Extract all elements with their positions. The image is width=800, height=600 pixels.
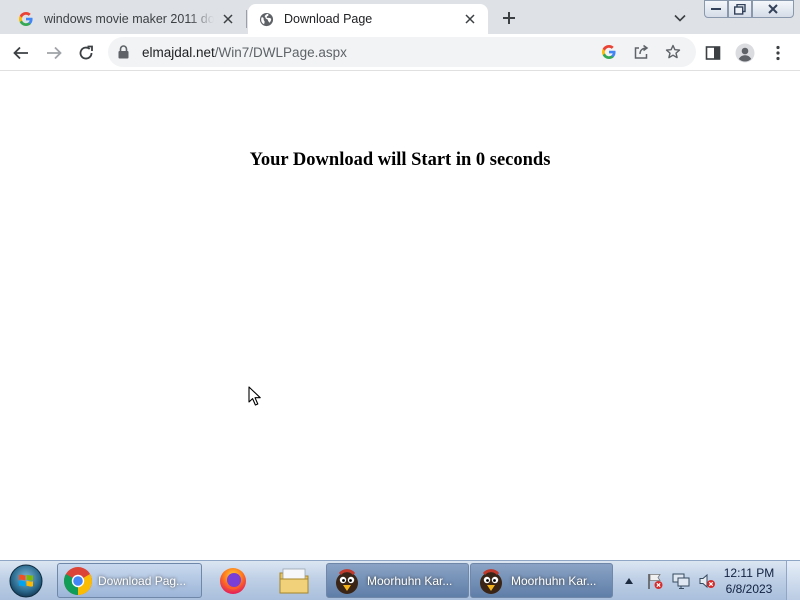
browser-toolbar: elmajdal.net/Win7/DWLPage.aspx <box>0 34 800 71</box>
address-bar[interactable]: elmajdal.net/Win7/DWLPage.aspx <box>108 37 696 67</box>
globe-icon <box>258 11 274 27</box>
moorhuhn-icon <box>331 565 363 597</box>
firefox-icon[interactable] <box>207 563 259 598</box>
tab-title: windows movie maker 2011 dow <box>44 12 214 26</box>
mouse-cursor-icon <box>248 386 262 411</box>
taskbar-item-download-page[interactable]: Download Pag... <box>57 563 202 598</box>
url-path: /Win7/DWLPage.aspx <box>214 45 347 60</box>
google-g-icon <box>18 11 34 27</box>
window-close-button[interactable] <box>752 0 794 18</box>
kebab-menu-icon[interactable] <box>765 40 791 66</box>
volume-muted-icon[interactable] <box>696 570 718 592</box>
forward-arrow-icon[interactable] <box>41 40 67 66</box>
start-button[interactable] <box>7 563 45 599</box>
share-icon[interactable] <box>632 43 650 61</box>
back-arrow-icon[interactable] <box>8 40 34 66</box>
moorhuhn-icon <box>475 565 507 597</box>
page-content: Your Download will Start in 0 seconds <box>0 71 800 560</box>
download-countdown-heading: Your Download will Start in 0 seconds <box>249 150 551 170</box>
window-minimize-button[interactable] <box>704 0 728 18</box>
chevron-down-icon[interactable] <box>670 8 690 28</box>
lock-icon[interactable] <box>118 45 129 64</box>
clock-date: 6/8/2023 <box>725 582 773 596</box>
window-restore-button[interactable] <box>728 0 752 18</box>
tab-close-icon[interactable] <box>220 11 236 27</box>
taskbar-item-moorhuhn-1[interactable]: Moorhuhn Kar... <box>326 563 469 598</box>
tab-download-page[interactable]: Download Page <box>248 4 488 34</box>
side-panel-icon[interactable] <box>700 40 726 66</box>
taskbar-clock[interactable]: 12:11 PM 6/8/2023 <box>718 565 780 597</box>
bookmark-star-icon[interactable] <box>664 43 682 61</box>
url-domain: elmajdal.net <box>142 45 215 60</box>
show-hidden-icons-arrow-icon[interactable] <box>618 570 640 592</box>
reload-icon[interactable] <box>73 40 99 66</box>
taskbar-item-label: Moorhuhn Kar... <box>367 573 453 588</box>
profile-avatar-icon[interactable] <box>732 40 758 66</box>
tab-close-icon[interactable] <box>462 11 478 27</box>
taskbar-item-label: Download Pag... <box>98 573 187 588</box>
file-explorer-icon[interactable] <box>268 563 320 598</box>
chrome-icon <box>62 565 94 597</box>
network-icon[interactable] <box>670 570 692 592</box>
tab-strip: windows movie maker 2011 dow Download Pa… <box>0 0 800 34</box>
show-desktop-button[interactable] <box>786 561 800 600</box>
taskbar-item-label: Moorhuhn Kar... <box>511 573 597 588</box>
taskbar-item-moorhuhn-2[interactable]: Moorhuhn Kar... <box>470 563 613 598</box>
clock-time: 12:11 PM <box>723 566 775 580</box>
google-g-icon[interactable] <box>600 43 618 61</box>
tab-separator <box>246 10 247 28</box>
new-tab-plus-icon[interactable] <box>498 7 520 29</box>
system-tray <box>618 565 722 597</box>
action-center-flag-icon[interactable] <box>644 570 666 592</box>
url-text: elmajdal.net/Win7/DWLPage.aspx <box>142 45 347 60</box>
tab-windows-movie-maker[interactable]: windows movie maker 2011 dow <box>8 4 246 34</box>
tab-title: Download Page <box>284 12 373 26</box>
windows-taskbar: Download Pag... Moorhuhn Kar... Moorhuhn… <box>0 560 800 600</box>
